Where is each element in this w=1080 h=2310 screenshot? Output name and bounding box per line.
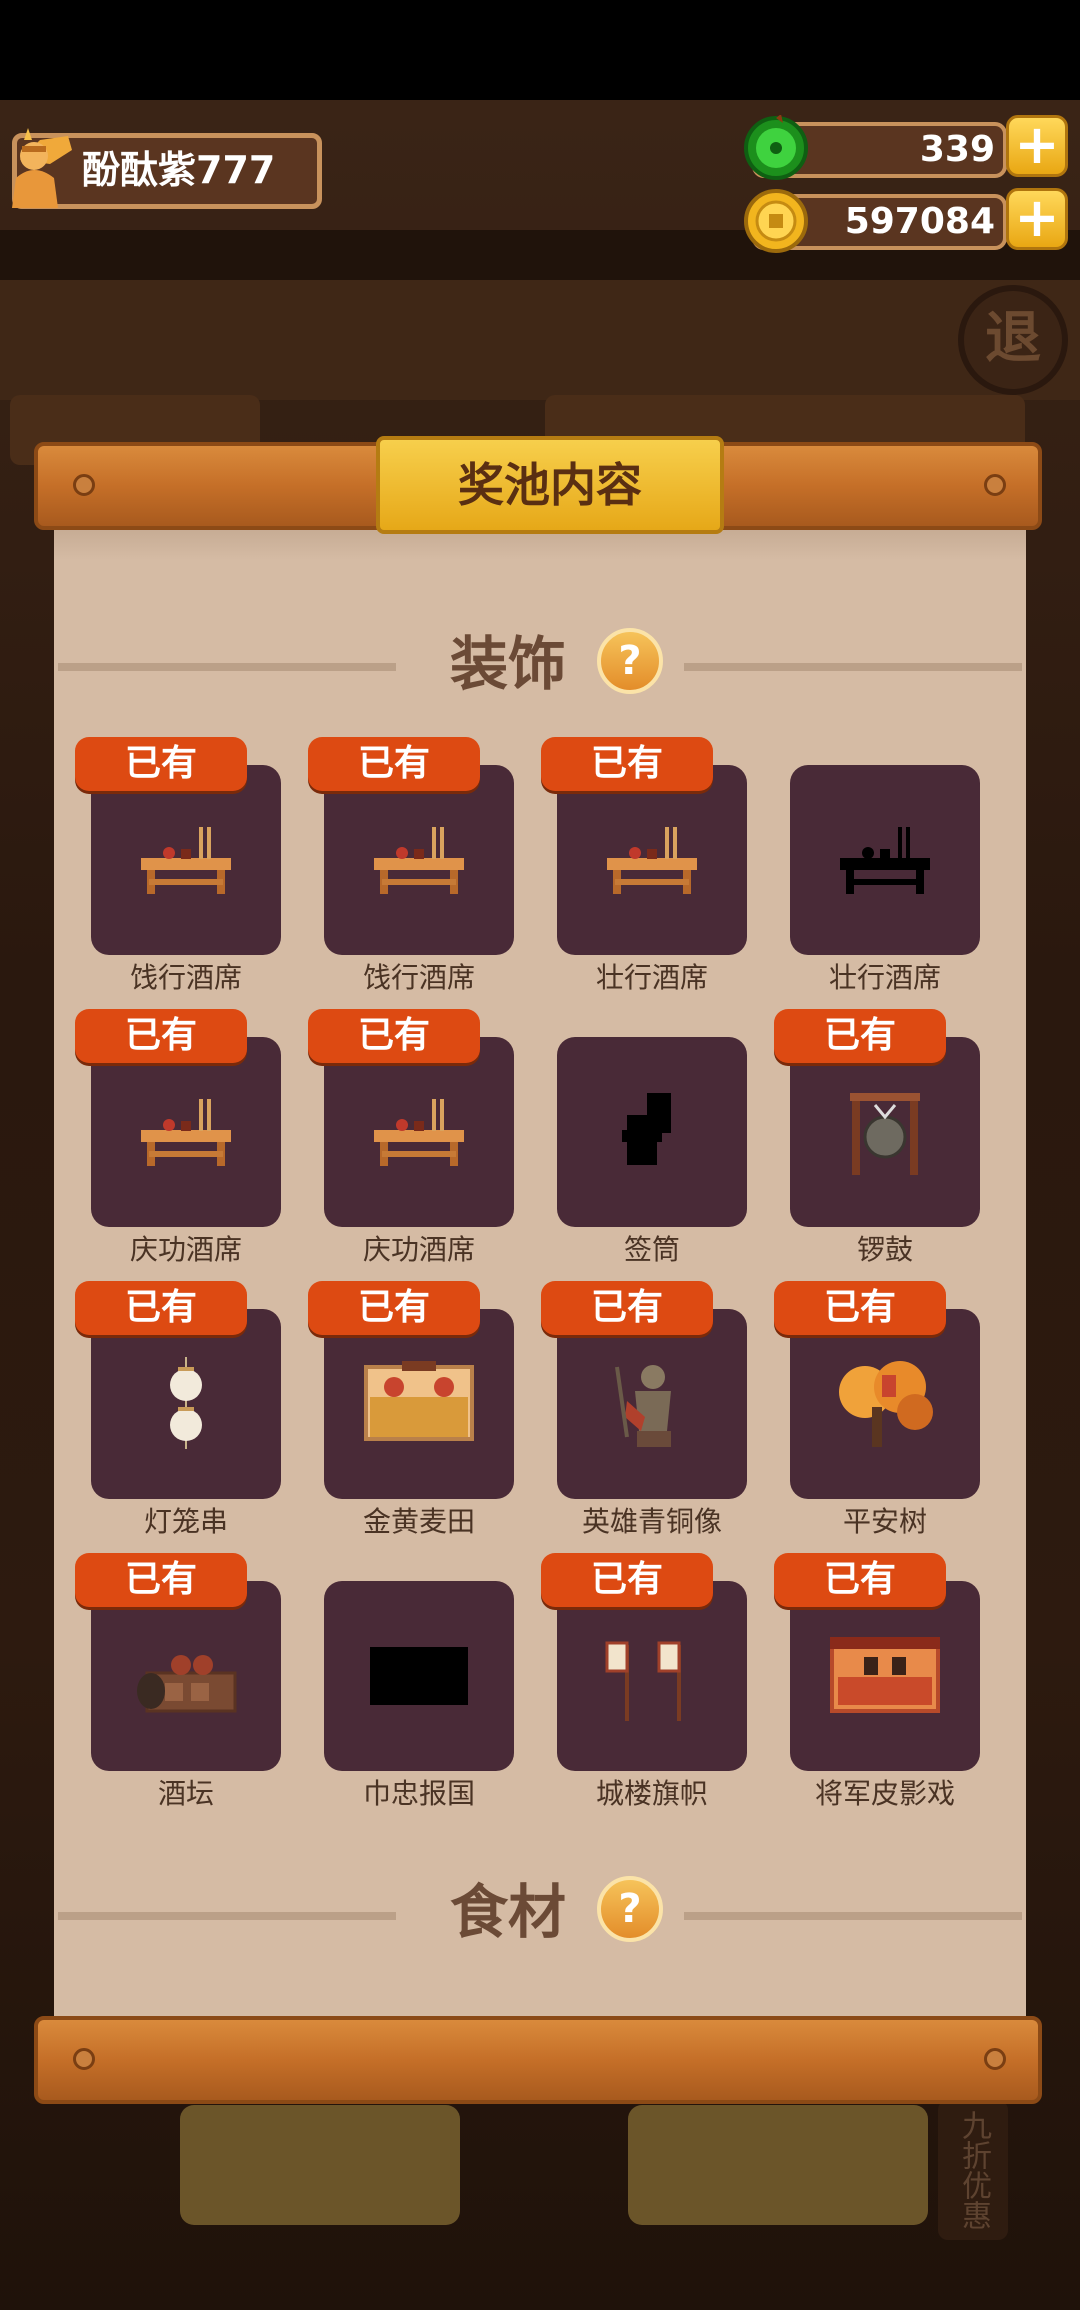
reward-item-name: 壮行酒席 bbox=[828, 961, 941, 994]
gong-icon bbox=[820, 1085, 950, 1184]
reward-item-name: 壮行酒席 bbox=[595, 961, 708, 994]
reward-item-card[interactable] bbox=[557, 1581, 747, 1771]
reward-item-name: 灯笼串 bbox=[143, 1505, 228, 1538]
reward-item-name: 锣鼓 bbox=[856, 1233, 913, 1266]
add-jade-button[interactable]: + bbox=[1006, 115, 1068, 177]
bottom-wood-plank bbox=[34, 2016, 1042, 2104]
nail-icon bbox=[984, 474, 1006, 496]
reward-item-card[interactable] bbox=[790, 765, 980, 955]
nail-icon bbox=[73, 2048, 95, 2070]
section-divider bbox=[684, 1912, 1022, 1920]
reward-item-card[interactable] bbox=[91, 765, 281, 955]
reward-item-card[interactable] bbox=[91, 1581, 281, 1771]
owned-badge: 已有 bbox=[75, 1009, 247, 1063]
section-divider bbox=[684, 663, 1022, 671]
reward-item-name: 签筒 bbox=[623, 1233, 680, 1266]
owned-badge: 已有 bbox=[541, 737, 713, 791]
add-coin-button[interactable]: + bbox=[1006, 188, 1068, 250]
reward-item-card[interactable] bbox=[557, 1309, 747, 1499]
reward-item-card[interactable] bbox=[557, 1037, 747, 1227]
owned-badge: 已有 bbox=[75, 1281, 247, 1335]
owned-badge: 已有 bbox=[308, 1009, 480, 1063]
flag-icon bbox=[587, 1629, 717, 1728]
owned-badge: 已有 bbox=[308, 1281, 480, 1335]
player-name: 酚酞紫777 bbox=[82, 148, 276, 192]
owned-badge: 已有 bbox=[541, 1553, 713, 1607]
owned-badge: 已有 bbox=[308, 737, 480, 791]
exit-button[interactable]: 退 bbox=[958, 285, 1068, 395]
reward-item-card[interactable] bbox=[324, 1309, 514, 1499]
reward-item-name: 酒坛 bbox=[157, 1777, 214, 1810]
tree-icon bbox=[820, 1357, 950, 1456]
owned-badge: 已有 bbox=[774, 1281, 946, 1335]
wine-jar-icon bbox=[121, 1629, 251, 1728]
jade-amount: 339 bbox=[919, 129, 995, 170]
plus-icon: + bbox=[1014, 113, 1060, 176]
reward-item-name: 饯行酒席 bbox=[362, 961, 475, 994]
table-icon bbox=[587, 813, 717, 912]
reward-item-name: 将军皮影戏 bbox=[814, 1777, 955, 1810]
reward-item-name: 巾忠报国 bbox=[362, 1777, 475, 1810]
reward-item-card[interactable] bbox=[790, 1581, 980, 1771]
plus-icon: + bbox=[1014, 186, 1060, 249]
reward-item-card[interactable] bbox=[557, 765, 747, 955]
help-icon[interactable]: ? bbox=[597, 628, 663, 694]
help-icon[interactable]: ? bbox=[597, 1876, 663, 1942]
reward-item-name: 金黄麦田 bbox=[362, 1505, 475, 1538]
section-divider bbox=[58, 1912, 396, 1920]
section-title-decorations: 装饰 bbox=[449, 630, 566, 698]
banner-icon bbox=[354, 1629, 484, 1728]
owned-badge: 已有 bbox=[75, 737, 247, 791]
discount-tab: 九折优惠 bbox=[938, 2100, 1008, 2240]
reward-item-card[interactable] bbox=[91, 1309, 281, 1499]
section-divider bbox=[58, 663, 396, 671]
nail-icon bbox=[73, 474, 95, 496]
reward-item-card[interactable] bbox=[91, 1037, 281, 1227]
table-icon bbox=[121, 813, 251, 912]
statue-icon bbox=[587, 1357, 717, 1456]
owned-badge: 已有 bbox=[774, 1009, 946, 1063]
reward-item-name: 饯行酒席 bbox=[129, 961, 242, 994]
reward-item-name: 英雄青铜像 bbox=[581, 1505, 722, 1538]
nail-icon bbox=[984, 2048, 1006, 2070]
reward-item-name: 城楼旗帜 bbox=[595, 1777, 708, 1810]
wheat-field-icon bbox=[354, 1357, 484, 1456]
reward-item-name: 平安树 bbox=[842, 1505, 927, 1538]
reward-item-name: 庆功酒席 bbox=[362, 1233, 475, 1266]
background-draw-once-button bbox=[180, 2105, 460, 2225]
table-icon bbox=[820, 813, 950, 912]
reward-item-name: 庆功酒席 bbox=[129, 1233, 242, 1266]
table-icon bbox=[354, 1085, 484, 1184]
table-icon bbox=[121, 1085, 251, 1184]
owned-badge: 已有 bbox=[774, 1553, 946, 1607]
lot-tube-icon bbox=[587, 1085, 717, 1184]
background-draw-ten-button bbox=[628, 2105, 928, 2225]
lantern-icon bbox=[121, 1357, 251, 1456]
coin-amount: 597084 bbox=[844, 201, 995, 242]
reward-item-card[interactable] bbox=[324, 765, 514, 955]
owned-badge: 已有 bbox=[541, 1281, 713, 1335]
reward-item-card[interactable] bbox=[324, 1581, 514, 1771]
background-decoration bbox=[0, 280, 1080, 400]
table-icon bbox=[354, 813, 484, 912]
owned-badge: 已有 bbox=[75, 1553, 247, 1607]
section-title-ingredients: 食材 bbox=[449, 1878, 566, 1946]
reward-item-card[interactable] bbox=[790, 1037, 980, 1227]
reward-item-card[interactable] bbox=[324, 1037, 514, 1227]
modal-title: 奖池内容 bbox=[458, 458, 642, 512]
shadow-play-icon bbox=[820, 1629, 950, 1728]
reward-item-card[interactable] bbox=[790, 1309, 980, 1499]
player-avatar-icon bbox=[6, 120, 78, 212]
